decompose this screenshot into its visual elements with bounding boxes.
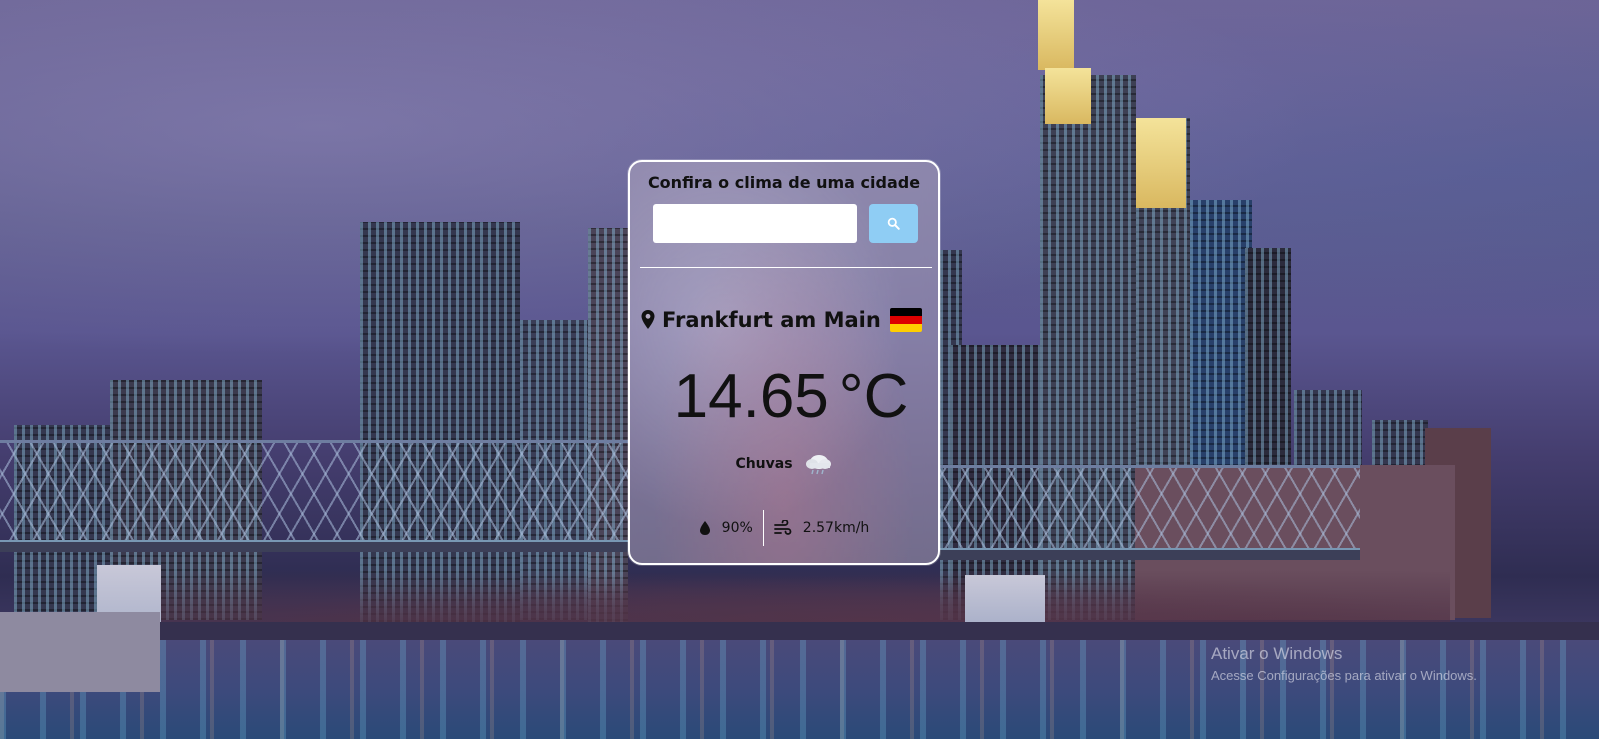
- weather-card: Confira o clima de uma cidade Frankfurt …: [628, 160, 940, 565]
- activation-message: Acesse Configurações para ativar o Windo…: [1211, 668, 1477, 683]
- boat: [0, 612, 160, 692]
- condition-row: Chuvas: [630, 452, 938, 476]
- city-name: Frankfurt am Main: [662, 308, 881, 332]
- humidity-value: 90%: [721, 520, 753, 536]
- weather-stats: 90% 2.57km/h: [630, 510, 938, 546]
- temperature-value: 14.65: [673, 362, 829, 431]
- temperature-unit: °C: [838, 362, 909, 431]
- bridge-deck: [0, 540, 628, 552]
- tower-crown: [1045, 68, 1091, 124]
- map-pin-icon: [641, 310, 655, 329]
- condition-description: Chuvas: [735, 456, 793, 472]
- search-icon: [887, 217, 900, 230]
- tower-crown: [1136, 118, 1186, 208]
- humidity-stat: 90%: [699, 520, 753, 536]
- temperature-display: 14.65 °C: [630, 360, 938, 434]
- bridge-deck: [940, 548, 1360, 560]
- wind-value: 2.57km/h: [802, 520, 870, 536]
- bridge-truss: [940, 465, 1360, 548]
- windows-activation-watermark: Ativar o Windows Acesse Configurações pa…: [1211, 644, 1477, 683]
- bridge-truss: [0, 440, 628, 548]
- city-search-input[interactable]: [653, 204, 857, 243]
- wind-icon: [773, 520, 792, 535]
- trees: [150, 560, 1450, 622]
- card-divider: [640, 267, 932, 268]
- wind-stat: 2.57km/h: [773, 520, 870, 536]
- activation-title: Ativar o Windows: [1211, 644, 1343, 663]
- stats-divider: [762, 510, 764, 546]
- water-drop-icon: [699, 521, 710, 535]
- card-title: Confira o clima de uma cidade: [647, 173, 921, 192]
- germany-flag: [890, 308, 922, 332]
- search-button[interactable]: [869, 204, 918, 243]
- rain-cloud-icon: [805, 455, 831, 475]
- river-quay: [0, 622, 1599, 640]
- tower-crown: [1038, 0, 1074, 70]
- location-row: Frankfurt am Main: [640, 305, 922, 335]
